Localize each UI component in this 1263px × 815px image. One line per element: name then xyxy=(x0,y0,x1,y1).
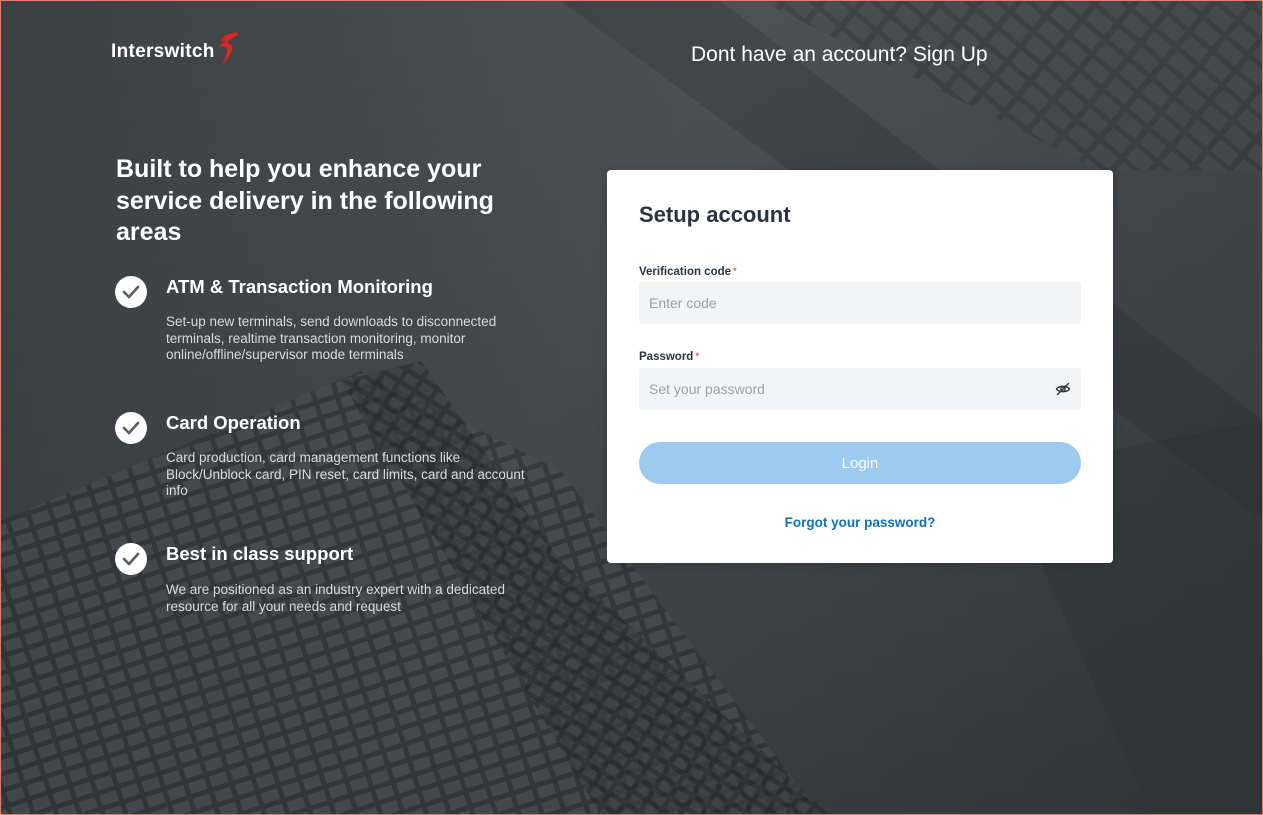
verification-code-field xyxy=(639,282,1081,324)
signup-prompt: Dont have an account? Sign Up xyxy=(691,43,988,67)
feature-description: Card production, card management functio… xyxy=(166,450,525,498)
feature-title: Card Operation xyxy=(166,412,301,433)
password-field xyxy=(639,368,1081,410)
feature-title: ATM & Transaction Monitoring xyxy=(166,276,433,297)
required-marker: * xyxy=(695,351,699,361)
forgot-password-link[interactable]: Forgot your password? xyxy=(607,515,1113,530)
setup-account-card: Setup account Verification code* Passwor… xyxy=(607,170,1113,563)
check-circle-icon xyxy=(115,543,147,575)
feature-description: Set-up new terminals, send downloads to … xyxy=(166,314,497,362)
password-input[interactable] xyxy=(639,368,1081,410)
verification-code-label-text: Verification code xyxy=(639,266,732,278)
feature-description: We are positioned as an industry expert … xyxy=(166,582,505,614)
signup-prompt-text: Dont have an account? xyxy=(691,43,907,66)
interswitch-swoosh-icon xyxy=(218,32,238,64)
login-button[interactable]: Login xyxy=(639,442,1081,484)
logo-text: Interswitch xyxy=(111,41,215,62)
hero-headline: Built to help you enhance your service d… xyxy=(116,155,494,246)
feature-title: Best in class support xyxy=(166,543,354,564)
form-title: Setup account xyxy=(639,202,791,227)
eye-slash-icon[interactable] xyxy=(1055,381,1071,397)
password-label-text: Password xyxy=(639,351,694,363)
login-page: Interswitch Dont have an account? Sign U… xyxy=(0,0,1263,815)
signup-link[interactable]: Sign Up xyxy=(913,43,988,66)
verification-code-label: Verification code * xyxy=(639,266,737,278)
check-circle-icon xyxy=(115,412,147,444)
interswitch-logo[interactable]: Interswitch xyxy=(111,32,239,67)
required-marker: * xyxy=(733,266,737,276)
password-label: Password * xyxy=(639,351,699,363)
check-circle-icon xyxy=(115,276,147,308)
verification-code-input[interactable] xyxy=(639,282,1081,324)
